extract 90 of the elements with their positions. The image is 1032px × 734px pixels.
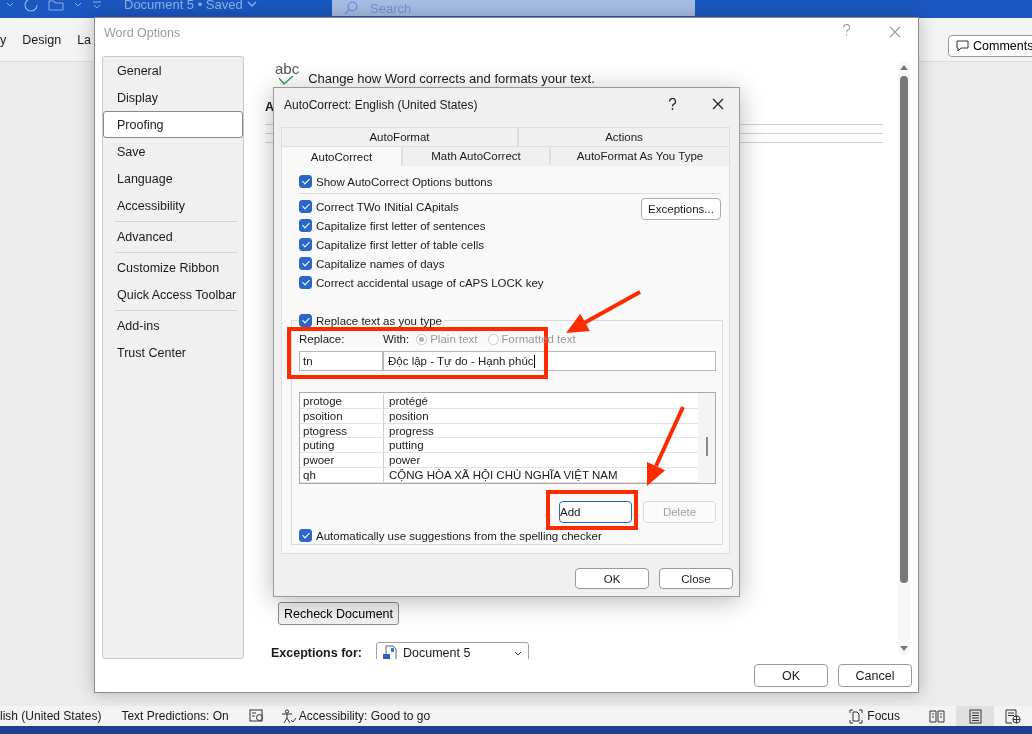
sidebar-item[interactable]: Advanced — [103, 223, 243, 250]
scroll-thumb[interactable] — [705, 437, 708, 456]
checkbox[interactable] — [299, 257, 312, 270]
sidebar-item[interactable]: Display — [103, 84, 243, 111]
scrollbar[interactable] — [898, 61, 910, 656]
sidebar-item[interactable]: Add-ins — [103, 312, 243, 339]
section-heading: A — [265, 100, 275, 116]
radio-label: Plain text — [430, 333, 478, 345]
scroll-up-icon[interactable] — [900, 64, 908, 70]
checkbox[interactable] — [299, 276, 312, 289]
checkbox-label: Show AutoCorrect Options buttons — [316, 175, 493, 188]
checkbox[interactable] — [299, 314, 312, 327]
language-status[interactable]: lish (United States) — [0, 709, 102, 723]
view-button[interactable] — [956, 706, 994, 726]
list-cell[interactable]: puting — [300, 438, 383, 453]
dialog-title: AutoCorrect: English (United States) — [284, 97, 478, 112]
sidebar-item[interactable]: Accessibility — [103, 192, 243, 219]
print-layout-icon[interactable] — [968, 708, 982, 724]
dialog-button[interactable]: Cancel — [838, 664, 912, 687]
sidebar-item[interactable]: Trust Center — [103, 339, 243, 366]
focus-icon — [849, 708, 864, 724]
document-title: Document 5 • Saved — [124, 0, 243, 12]
checkbox[interactable] — [299, 200, 312, 213]
checkbox-label: Automatically use suggestions from the spelling checker — [316, 529, 602, 542]
sidebar-item[interactable]: Language — [103, 165, 243, 192]
checkbox[interactable] — [299, 529, 312, 542]
macro-icon[interactable] — [248, 709, 265, 723]
sidebar-item[interactable]: Quick Access Toolbar — [103, 281, 243, 308]
chevron-icon[interactable] — [246, 1, 257, 8]
checkbox-label: Capitalize names of days — [316, 257, 445, 270]
exceptions-label: Exceptions for: — [271, 646, 362, 659]
list-cell[interactable]: psoition — [300, 408, 383, 423]
add-button[interactable]: Add — [559, 501, 632, 523]
text-predictions-status[interactable]: Text Predictions: On — [121, 709, 229, 723]
with-label: With: — [383, 333, 410, 345]
checkbox-label: Correct TWo INitial CApitals — [316, 200, 459, 213]
checkmark-icon — [278, 76, 294, 86]
exceptions-button[interactable]: Exceptions... — [641, 198, 721, 220]
comment-icon — [956, 40, 969, 52]
ribbon-tab[interactable]: Design — [22, 32, 62, 47]
dialog-title: Word Options — [104, 26, 181, 40]
focus-button[interactable]: Focus — [849, 708, 900, 724]
chevron-icon — [514, 650, 522, 656]
ribbon-tab[interactable]: La — [77, 32, 92, 47]
chevron-icon[interactable] — [74, 2, 82, 8]
ribbon-tab[interactable]: y — [0, 32, 7, 47]
checkbox[interactable] — [299, 219, 312, 232]
list-cell[interactable]: qh — [300, 468, 383, 482]
tab[interactable]: AutoFormat — [281, 127, 518, 146]
sidebar-item[interactable]: General — [103, 57, 243, 84]
list-cell[interactable]: pwoer — [300, 453, 383, 468]
document-icon — [383, 645, 397, 659]
search-icon — [344, 1, 358, 15]
header-text: Change how Word corrects and formats your text. — [308, 71, 595, 86]
checkbox-label: Correct accidental usage of cAPS LOCK key — [316, 276, 544, 289]
accessibility-icon[interactable] — [280, 708, 297, 724]
read-mode-icon[interactable] — [929, 709, 945, 723]
dialog-button[interactable]: OK — [575, 568, 649, 589]
checkbox-label: Capitalize first letter of sentences — [316, 219, 486, 232]
checkbox-label: Replace text as you type — [316, 314, 442, 327]
redo-icon[interactable] — [24, 0, 38, 12]
scroll-down-icon[interactable] — [900, 646, 908, 652]
dialog-button[interactable]: OK — [754, 664, 828, 687]
dialog-button[interactable]: Close — [659, 568, 733, 589]
checkbox-label: Capitalize first letter of table cells — [316, 238, 485, 251]
replace-label: Replace: — [299, 333, 346, 345]
replace-field[interactable]: tn — [299, 351, 383, 371]
sidebar-item[interactable]: Proofing — [103, 111, 243, 138]
tab[interactable]: Actions — [518, 127, 730, 146]
chevron-icon[interactable] — [6, 2, 14, 8]
tab[interactable]: AutoFormat As You Type — [550, 146, 730, 165]
sidebar-item[interactable]: Save — [103, 138, 243, 165]
with-field[interactable]: Độc lập - Tự do - Hạnh phúc — [383, 351, 716, 371]
scroll-thumb[interactable] — [900, 76, 908, 583]
tab[interactable]: AutoCorrect — [281, 146, 402, 166]
close-icon[interactable] — [712, 98, 724, 110]
sidebar-item[interactable]: Customize Ribbon — [103, 254, 243, 281]
accessibility-status[interactable]: Accessibility: Good to go — [298, 709, 431, 723]
help-icon[interactable] — [668, 98, 677, 111]
tab[interactable]: Math AutoCorrect — [402, 146, 550, 165]
abc-label: abc — [275, 61, 300, 76]
recheck-document-button[interactable]: Recheck Document — [278, 602, 399, 625]
exceptions-dropdown[interactable]: Document 5 — [376, 642, 529, 659]
list-cell[interactable]: protoge — [300, 394, 383, 408]
checkbox[interactable] — [299, 175, 312, 188]
list-cell[interactable]: ptogress — [300, 423, 383, 438]
customize-icon[interactable] — [92, 1, 102, 9]
web-layout-icon[interactable] — [1005, 708, 1021, 724]
checkbox[interactable] — [299, 238, 312, 251]
scrollbar[interactable] — [698, 393, 715, 483]
